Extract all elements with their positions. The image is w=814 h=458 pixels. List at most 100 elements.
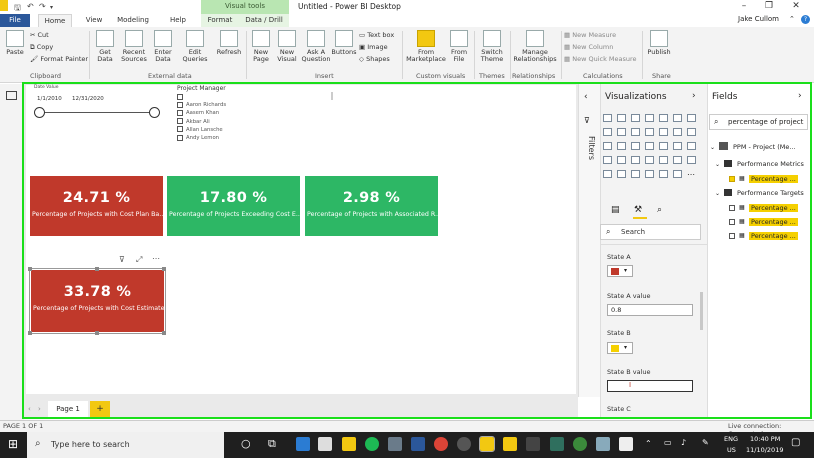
checkbox[interactable] — [729, 205, 735, 211]
analytics-magnifier-icon[interactable]: ⌕ — [657, 205, 662, 215]
power-bi-taskbar-icon[interactable] — [503, 437, 517, 451]
kpi-icon[interactable] — [631, 156, 640, 164]
text-box-button[interactable]: ▭ Text box — [359, 31, 394, 40]
checkbox[interactable] — [729, 233, 735, 239]
fields-search-input[interactable]: ⌕ percentage of project — [709, 114, 808, 130]
checkbox[interactable] — [177, 118, 183, 125]
multi-row-card-icon[interactable] — [617, 156, 626, 164]
resize-handle[interactable] — [162, 331, 166, 335]
kpi-card-exceeding-cost[interactable]: 17.80 % Percentage of Projects Exceeding… — [167, 176, 300, 236]
get-data-button[interactable]: Get Data — [93, 30, 117, 63]
checkbox[interactable] — [177, 109, 183, 116]
map-icon[interactable] — [645, 142, 654, 150]
format-pane-scrollbar[interactable] — [700, 292, 703, 330]
field-item[interactable]: Percentage ... — [749, 232, 798, 240]
date-slicer-start[interactable]: 1/1/2010 — [37, 96, 62, 102]
format-search-box[interactable]: ⌕ Search — [600, 224, 701, 240]
tray-chevron-up-icon[interactable]: ⌃ — [645, 439, 652, 448]
tab-modeling[interactable]: Modeling — [113, 14, 153, 27]
refresh-button[interactable]: Refresh — [214, 30, 244, 56]
paste-button[interactable]: Paste — [4, 30, 26, 56]
checkbox[interactable] — [177, 134, 183, 141]
clock-date[interactable]: 11/10/2019 — [746, 446, 783, 454]
kpi-card-associated[interactable]: 2.98 % Percentage of Projects with Assoc… — [305, 176, 438, 236]
network-icon[interactable]: ▭ — [664, 438, 672, 447]
tab-data-drill[interactable]: Data / Drill — [242, 14, 286, 27]
line-chart-icon[interactable] — [687, 114, 696, 122]
focus-mode-icon[interactable]: ⤢ — [136, 255, 142, 265]
manage-relationships-button[interactable]: Manage Relationships — [512, 30, 558, 63]
stacked-area-icon[interactable] — [617, 128, 626, 136]
kpi-card-cost-estimate[interactable]: 33.78 % Percentage of Projects with Cost… — [29, 268, 166, 334]
cortana-icon[interactable]: ○ — [241, 437, 251, 450]
checkbox[interactable] — [177, 126, 183, 133]
edge-icon[interactable] — [296, 437, 310, 451]
filter-icon[interactable]: ⊽ — [119, 255, 125, 264]
photos-icon[interactable] — [388, 437, 402, 451]
language-region[interactable]: US — [727, 446, 736, 454]
state-a-color-picker[interactable]: ▾ — [607, 265, 633, 277]
file-explorer-icon[interactable] — [342, 437, 356, 451]
r-visual-icon[interactable] — [687, 156, 696, 164]
chevron-up-icon[interactable]: ⌃ — [789, 15, 795, 23]
notepad-icon[interactable] — [619, 437, 633, 451]
area-chart-icon[interactable] — [603, 128, 612, 136]
table-visual-icon[interactable] — [659, 156, 668, 164]
field-item[interactable]: Percentage ... — [749, 204, 798, 212]
100-bar-icon[interactable] — [659, 114, 668, 122]
state-a-value-input[interactable]: 0.8 — [607, 304, 693, 316]
language-code[interactable]: ENG — [724, 435, 738, 443]
chevron-down-icon[interactable]: ⌄ — [710, 144, 715, 151]
tab-help[interactable]: Help — [165, 14, 191, 27]
restore-icon[interactable]: ❐ — [759, 0, 779, 14]
resize-handle[interactable] — [95, 267, 99, 271]
task-view-icon[interactable]: ⧉ — [268, 437, 276, 451]
report-page[interactable] — [26, 85, 576, 394]
chrome-icon[interactable] — [434, 437, 448, 451]
taskbar-search-box[interactable]: ⌕ Type here to search — [27, 432, 224, 458]
mail-icon[interactable] — [318, 437, 332, 451]
stacked-column-icon[interactable] — [617, 114, 626, 122]
list-item[interactable]: Aaron Richards — [177, 101, 226, 109]
date-slicer-end[interactable]: 12/31/2020 — [72, 96, 104, 102]
prev-page-icon[interactable]: ‹ — [28, 405, 31, 413]
funnel-icon[interactable] — [673, 142, 682, 150]
state-b-value-input[interactable] — [607, 380, 693, 392]
list-item[interactable] — [177, 93, 226, 101]
minimize-icon[interactable]: – — [734, 0, 754, 14]
close-icon[interactable]: ✕ — [786, 0, 806, 14]
resize-handle[interactable] — [28, 331, 32, 335]
pie-chart-icon[interactable] — [603, 142, 612, 150]
power-bi-taskbar-icon[interactable] — [479, 436, 495, 452]
gauge-icon[interactable] — [687, 142, 696, 150]
notifications-icon[interactable]: ▢ — [791, 437, 800, 448]
list-item[interactable]: Aasem Khan — [177, 109, 226, 117]
chevron-down-icon[interactable]: ⌄ — [715, 161, 720, 168]
chevron-right-icon[interactable]: › — [798, 91, 802, 101]
filters-pane[interactable] — [578, 84, 600, 397]
spotify-icon[interactable] — [365, 437, 379, 451]
date-slider-start-handle[interactable] — [34, 107, 45, 118]
clustered-bar-icon[interactable] — [631, 114, 640, 122]
display-folder-performance-targets[interactable]: Performance Targets — [737, 189, 804, 197]
help-icon[interactable]: ? — [801, 15, 810, 24]
line-column-icon[interactable] — [631, 128, 640, 136]
card-icon[interactable] — [603, 156, 612, 164]
treemap-icon[interactable] — [631, 142, 640, 150]
tab-format[interactable]: Format — [204, 14, 236, 27]
kpi-card-cost-plan[interactable]: 24.71 % Percentage of Projects with Cost… — [30, 176, 163, 236]
enter-data-button[interactable]: Enter Data — [151, 30, 175, 63]
word-icon[interactable] — [411, 437, 425, 451]
fields-well-icon[interactable]: ▤ — [611, 205, 620, 215]
donut-chart-icon[interactable] — [617, 142, 626, 150]
volume-icon[interactable]: ♪ — [681, 438, 686, 447]
undo-icon[interactable]: ↶ — [27, 2, 34, 11]
date-slider-end-handle[interactable] — [149, 107, 160, 118]
checkbox[interactable] — [729, 176, 735, 182]
checkbox[interactable] — [729, 219, 735, 225]
resize-handle[interactable] — [28, 267, 32, 271]
scatter-icon[interactable] — [687, 128, 696, 136]
from-file-button[interactable]: From File — [448, 30, 470, 63]
shapes-button[interactable]: ◇ Shapes — [359, 55, 390, 64]
app-icon[interactable] — [573, 437, 587, 451]
